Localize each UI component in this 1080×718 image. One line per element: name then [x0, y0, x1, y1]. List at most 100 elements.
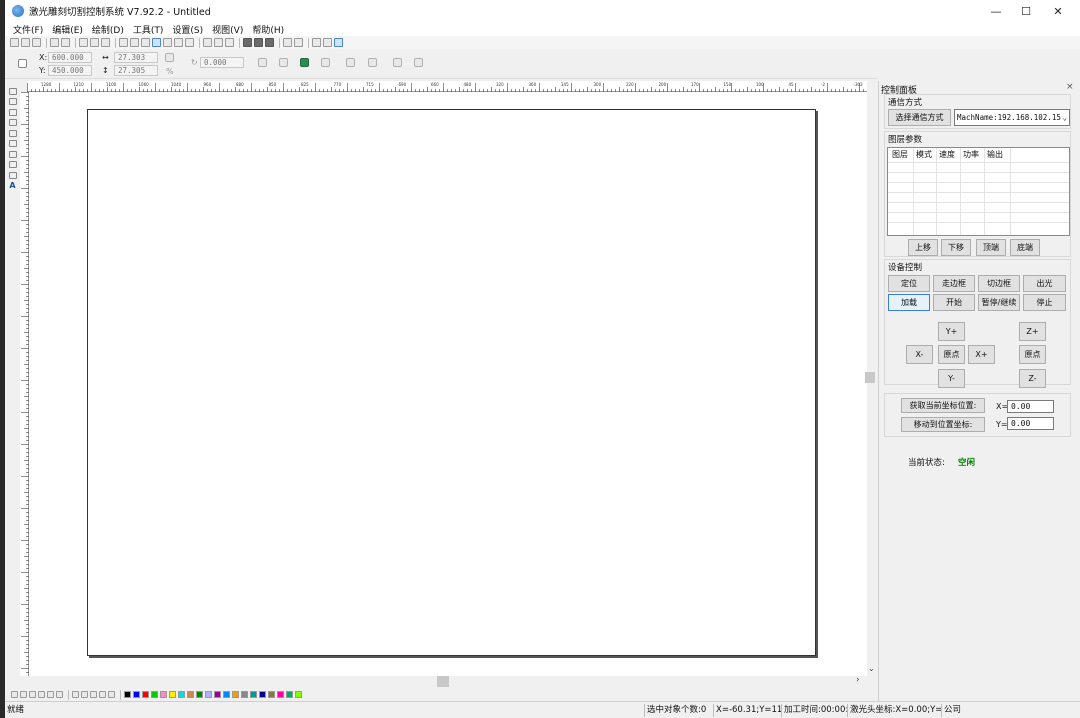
jog-z-plus-button[interactable]: Z+ — [1019, 322, 1046, 341]
color-swatch-6[interactable] — [178, 691, 185, 698]
polygon-tool-icon[interactable] — [8, 171, 17, 179]
select-comm-button[interactable]: 选择通信方式 — [888, 109, 951, 126]
z-origin-button[interactable]: 原点 — [1019, 345, 1046, 364]
color-swatch-8[interactable] — [196, 691, 203, 698]
polyline-tool-icon[interactable] — [8, 140, 17, 147]
copy-icon[interactable] — [90, 38, 99, 47]
open-file-icon[interactable] — [21, 38, 30, 47]
stop-button[interactable]: 停止 — [1023, 294, 1066, 311]
pause-resume-button[interactable]: 暂停/继续 — [978, 294, 1020, 311]
import-icon[interactable] — [50, 38, 59, 47]
angle-field[interactable]: 0.000 — [200, 57, 244, 68]
trace-frame-button[interactable]: 走边框 — [933, 275, 975, 292]
vertical-scroll-thumb[interactable] — [865, 372, 875, 383]
align-top-icon[interactable] — [258, 58, 267, 67]
settings-icon[interactable] — [323, 38, 332, 47]
layer-next-icon[interactable] — [29, 691, 36, 698]
scroll-down-icon[interactable]: ⌄ — [868, 664, 875, 673]
align-left-icon[interactable] — [300, 58, 309, 67]
height-field[interactable]: 27.305 — [114, 65, 158, 76]
move-to-position-button[interactable]: 移动到位置坐标: — [901, 417, 985, 432]
distribute-v-icon[interactable] — [368, 58, 377, 67]
color-swatch-14[interactable] — [250, 691, 257, 698]
layer-first-icon[interactable] — [11, 691, 18, 698]
combine-icon[interactable] — [225, 38, 234, 47]
order-reverse-icon[interactable] — [108, 691, 115, 698]
maximize-button[interactable]: ☐ — [1010, 0, 1042, 22]
node-tool-icon[interactable] — [8, 98, 17, 105]
order-up-icon[interactable] — [72, 691, 79, 698]
ellipse-tool-icon[interactable] — [8, 161, 17, 168]
menu-draw[interactable]: 绘制(D) — [92, 23, 124, 36]
lock-ratio-icon[interactable] — [165, 53, 174, 62]
align-icon[interactable] — [312, 38, 321, 47]
color-swatch-18[interactable] — [286, 691, 293, 698]
order-down-icon[interactable] — [81, 691, 88, 698]
locate-button[interactable]: 定位 — [888, 275, 930, 292]
color-swatch-9[interactable] — [205, 691, 212, 698]
work-area-page[interactable] — [87, 109, 816, 656]
color-swatch-17[interactable] — [277, 691, 284, 698]
jog-y-minus-button[interactable]: Y- — [938, 369, 965, 388]
text-tool-icon[interactable]: A — [9, 182, 17, 190]
y-position-field[interactable]: 450.000 — [48, 65, 92, 76]
color-swatch-2[interactable] — [142, 691, 149, 698]
pen-tool-icon[interactable] — [8, 108, 17, 116]
zoom-out-icon[interactable] — [174, 38, 183, 47]
rotate-icon[interactable] — [294, 38, 303, 47]
same-size-icon[interactable] — [393, 58, 402, 67]
layer-top-button[interactable]: 顶端 — [976, 239, 1006, 256]
tool-icon[interactable] — [265, 38, 274, 47]
select-tool-icon[interactable] — [8, 87, 17, 95]
line-tool-icon[interactable] — [8, 119, 17, 126]
layer-delete-icon[interactable] — [56, 691, 63, 698]
fire-laser-button[interactable]: 出光 — [1023, 275, 1066, 292]
cut-icon[interactable] — [79, 38, 88, 47]
color-swatch-5[interactable] — [169, 691, 176, 698]
drawing-canvas[interactable] — [29, 92, 870, 676]
monitor-icon[interactable] — [334, 38, 343, 47]
mirror-icon[interactable] — [283, 38, 292, 47]
color-swatch-12[interactable] — [232, 691, 239, 698]
undo-icon[interactable] — [119, 38, 128, 47]
group-icon[interactable] — [203, 38, 212, 47]
menu-settings[interactable]: 设置(S) — [172, 23, 203, 36]
order-bottom-icon[interactable] — [99, 691, 106, 698]
curve-tool-icon[interactable] — [8, 129, 17, 137]
color-swatch-13[interactable] — [241, 691, 248, 698]
y-coordinate-input[interactable]: 0.00 — [1007, 417, 1054, 430]
color-swatch-4[interactable] — [160, 691, 167, 698]
layer-table[interactable]: 图层 模式 速度 功率 输出 — [887, 147, 1070, 236]
zoom-in-icon[interactable] — [163, 38, 172, 47]
color-swatch-16[interactable] — [268, 691, 275, 698]
menu-edit[interactable]: 编辑(E) — [52, 23, 83, 36]
save-icon[interactable] — [32, 38, 41, 47]
menu-help[interactable]: 帮助(H) — [252, 23, 284, 36]
color-swatch-3[interactable] — [151, 691, 158, 698]
grid-icon[interactable] — [414, 58, 423, 67]
panel-close-icon[interactable]: × — [1066, 82, 1074, 92]
jog-z-minus-button[interactable]: Z- — [1019, 369, 1046, 388]
x-position-field[interactable]: 600.000 — [48, 52, 92, 63]
pan-icon[interactable] — [141, 38, 150, 47]
minimize-button[interactable]: — — [980, 0, 1012, 22]
node-edit-icon[interactable] — [243, 38, 252, 47]
layer-bottom-button[interactable]: 底端 — [1010, 239, 1040, 256]
color-swatch-1[interactable] — [133, 691, 140, 698]
redo-icon[interactable] — [130, 38, 139, 47]
array-icon[interactable] — [254, 38, 263, 47]
zoom-page-icon[interactable] — [185, 38, 194, 47]
menu-view[interactable]: 视图(V) — [212, 23, 243, 36]
jog-x-plus-button[interactable]: X+ — [968, 345, 995, 364]
rectangle-tool-icon[interactable] — [8, 150, 17, 158]
color-swatch-10[interactable] — [214, 691, 221, 698]
paste-icon[interactable] — [101, 38, 110, 47]
new-file-icon[interactable] — [10, 38, 19, 47]
layer-up-button[interactable]: 上移 — [908, 239, 938, 256]
zoom-window-icon[interactable] — [152, 38, 161, 47]
width-field[interactable]: 27.303 — [114, 52, 158, 63]
vertical-scrollbar[interactable]: ⌄ — [865, 81, 877, 676]
menu-file[interactable]: 文件(F) — [13, 23, 43, 36]
scroll-right-icon[interactable]: › — [856, 675, 860, 685]
jog-x-minus-button[interactable]: X- — [906, 345, 933, 364]
